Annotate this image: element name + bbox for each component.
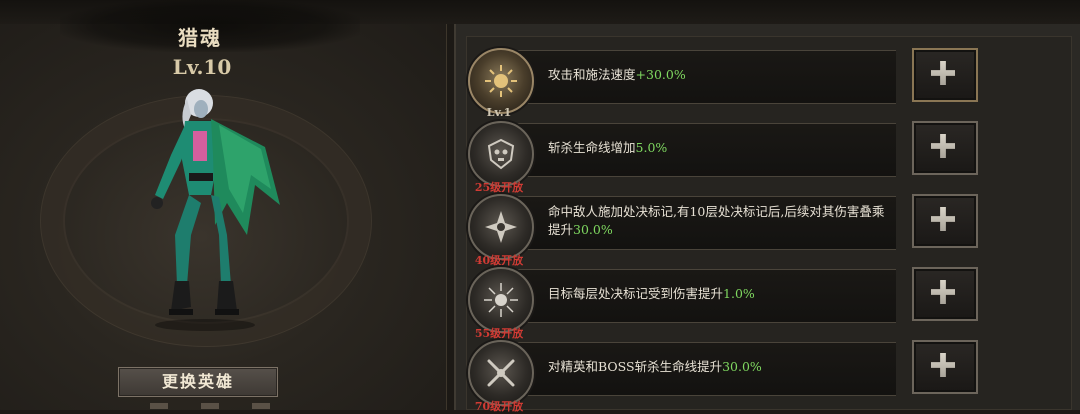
skill-description: 目标每层处决标记受到伤害提升1.0% [548,267,888,321]
upgrade-skill-button[interactable] [912,267,978,321]
skill-description: 对精英和BOSS斩杀生命线提升30.0% [548,340,888,394]
skull-shield-icon[interactable] [468,121,534,187]
skill-row: 对精英和BOSS斩杀生命线提升30.0% 70级开放 [460,340,1060,414]
burst-icon[interactable] [468,267,534,333]
plus-icon [931,207,955,231]
change-hero-button[interactable]: 更换英雄 [118,367,278,397]
crossed-blades-icon[interactable] [468,340,534,406]
skill-value: +30.0% [635,67,686,82]
skill-row: 命中敌人施加处决标记,有10层处决标记后,后续对其伤害叠乘提升30.0% 40级… [460,194,1060,268]
hero-level: Lv.10 [172,55,232,79]
skill-value: 5.0% [635,140,668,155]
skill-level: Lv.1 [486,106,512,119]
skill-description: 斩杀生命线增加5.0% [548,121,888,175]
skill-unlock-level: 55级开放 [474,327,524,340]
skill-description-text: 目标每层处决标记受到伤害提升 [548,286,724,301]
hero-character-portrait [151,89,280,331]
plus-icon [931,280,955,304]
bottom-decoration [150,403,270,410]
skill-row: 目标每层处决标记受到伤害提升1.0% 55级开放 [460,267,1060,341]
plus-icon [931,134,955,158]
plus-icon [931,61,955,85]
skill-row: 斩杀生命线增加5.0% 25级开放 [460,121,1060,195]
skill-description-text: 对精英和BOSS斩杀生命线提升 [548,359,723,374]
plus-icon [931,353,955,377]
sun-emblem-icon[interactable] [468,48,534,114]
upgrade-skill-button[interactable] [912,121,978,175]
upgrade-skill-button[interactable] [912,340,978,394]
skill-value: 30.0% [573,222,613,237]
upgrade-skill-button[interactable] [912,194,978,248]
skill-description-text: 斩杀生命线增加 [548,140,636,155]
skill-description-text: 攻击和施法速度 [548,67,636,82]
skill-value: 30.0% [722,359,762,374]
skill-unlock-level: 40级开放 [474,254,524,267]
skill-description: 攻击和施法速度+30.0% [548,48,888,102]
hero-name: 猎魂 [178,26,222,50]
spiked-star-icon[interactable] [468,194,534,260]
skill-unlock-level: 25级开放 [474,181,524,194]
skill-unlock-level: 70级开放 [474,400,524,413]
skill-description: 命中敌人施加处决标记,有10层处决标记后,后续对其伤害叠乘提升30.0% [548,194,888,248]
skill-value: 1.0% [723,286,755,301]
upgrade-skill-button[interactable] [912,48,978,102]
skill-row: 攻击和施法速度+30.0% Lv.1 [460,48,1060,122]
